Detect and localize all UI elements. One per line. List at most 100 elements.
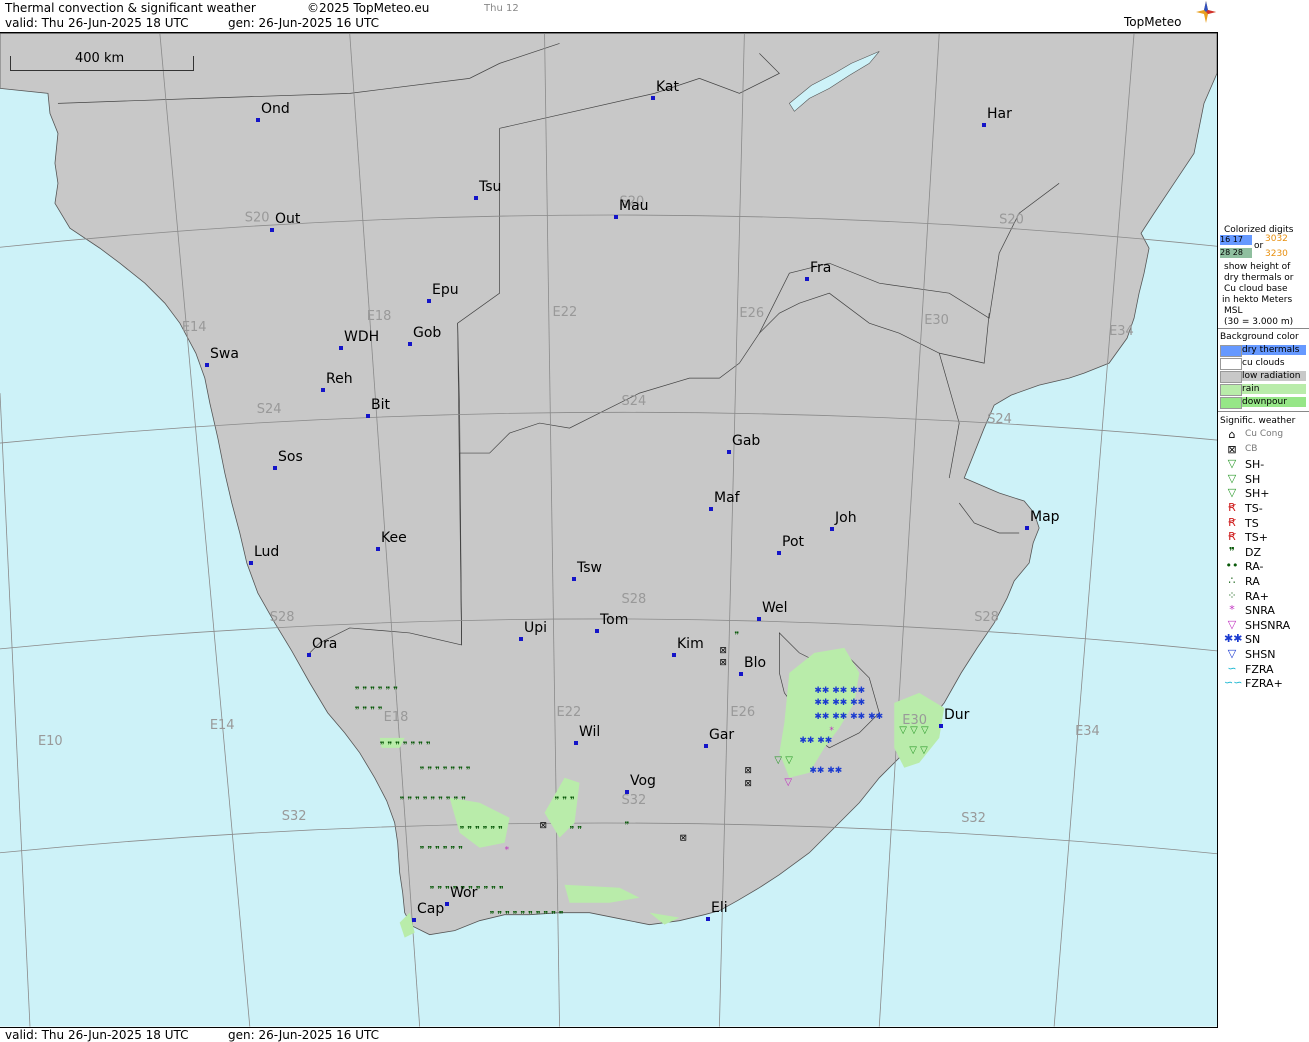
legend-weather-icon: * [1229,603,1235,617]
legend-weather-icon: ▽ [1227,647,1237,660]
city-marker-kim [672,653,676,657]
city-marker-pot [777,551,781,555]
legend-weather-icon: ✱✱ [1224,632,1243,646]
city-label-kee: Kee [381,530,407,546]
city-label-vog: Vog [630,773,656,789]
city-label-joh: Joh [835,510,857,526]
city-label-wel: Wel [762,600,788,616]
city-label-dur: Dur [944,707,970,723]
legend-desc-2: dry thermals or [1224,273,1294,283]
city-marker-har [982,123,986,127]
city-marker-cap [412,918,416,922]
city-label-tsu: Tsu [479,179,502,195]
gen-time: gen: 26-Jun-2025 16 UTC [228,16,380,30]
legend-bg-label: cu clouds [1242,358,1285,368]
city-label-har: Har [987,106,1012,122]
legend-swatch [1220,371,1242,383]
legend-weather-label: TS [1245,516,1259,530]
city-marker-tom [595,629,599,633]
city-marker-vog [625,790,629,794]
city-marker-fra [805,277,809,281]
city-label-map: Map [1030,509,1060,525]
legend-weather-icon: ▽ [1227,486,1237,500]
legend-wx-title: Signific. weather [1220,416,1296,426]
legend-bg-label: dry thermals [1242,345,1306,355]
city-marker-sos [273,466,277,470]
city-label-wor: Wor [450,885,478,901]
legend-weather-label: SNRA [1245,604,1275,618]
city-label-out: Out [275,211,301,227]
legend-weather-label: RA [1245,575,1260,588]
legend-weather-label: SHSNRA [1245,618,1291,632]
legend-weather-icon: ∽ [1227,661,1237,675]
scale-label: 400 km [75,51,125,66]
city-label-kat: Kat [656,79,680,95]
city-label-wil: Wil [579,724,601,740]
legend-swatch [1220,397,1242,409]
legend-weather-label: SH- [1245,458,1265,472]
city-label-gob: Gob [413,325,442,341]
city-marker-gar [704,744,708,748]
city-label-epu: Epu [432,282,459,298]
city-marker-map [1025,526,1029,530]
legend-weather-label: DZ [1245,545,1262,559]
legend-digits-c: 28 28 [1220,248,1252,258]
legend-weather-icon: ∴ [1228,574,1236,587]
legend-weather-label: SN [1245,633,1261,647]
legend-weather-label: FZRA [1245,662,1274,676]
day-tag: Thu 12 [484,3,519,14]
city-marker-out [270,228,274,232]
city-marker-tsw [572,577,576,581]
legend-desc-1: show height of [1224,262,1291,272]
city-label-kim: Kim [677,636,704,652]
footer-valid: valid: Thu 26-Jun-2025 18 UTC [5,1028,189,1042]
legend-desc-3: Cu cloud base [1224,284,1288,294]
city-marker-wdh [339,346,343,350]
city-marker-bit [366,414,370,418]
legend-weather-label: SHSN [1245,648,1276,661]
legend-bg-label: downpour [1242,397,1306,407]
legend-or: or [1254,241,1264,251]
city-label-tsw: Tsw [577,560,602,576]
legend-weather-icon: Ꞧ [1228,501,1236,514]
legend-desc-4: in hekto Meters [1222,295,1293,305]
legend-swatch [1220,345,1242,357]
legend-weather-icon: ▽ [1227,457,1237,471]
footer-bar: valid: Thu 26-Jun-2025 18 UTC gen: 26-Ju… [0,1027,1218,1042]
legend-swatch [1220,384,1242,396]
city-marker-tsu [474,196,478,200]
legend-weather-label: CB [1245,443,1258,454]
city-label-gab: Gab [732,433,761,449]
footer-gen: gen: 26-Jun-2025 16 UTC [228,1028,380,1042]
city-label-ora: Ora [312,636,338,652]
compass-logo-icon [1196,1,1216,23]
city-label-bit: Bit [371,397,390,413]
city-layer: Ond Kat Har Tsu Mau Out Fra Epu WDH Gob Swa Reh Bit G… [0,33,1218,1027]
legend-bg-label: low radiation [1242,371,1306,381]
city-label-lud: Lud [254,544,280,560]
city-label-swa: Swa [210,346,239,362]
legend-digits-a: 16 17 [1220,235,1252,245]
legend-weather-label: SH [1245,472,1261,486]
legend-weather-icon: ⁘ [1227,588,1237,602]
city-label-eli: Eli [711,900,728,916]
legend-weather-icon: ▽ [1227,617,1237,631]
chart-title: Thermal convection & significant weather [5,1,256,15]
city-marker-upi [519,637,523,641]
city-label-maf: Maf [714,490,740,506]
city-label-blo: Blo [744,655,767,671]
city-label-fra: Fra [810,260,832,276]
legend-weather-label: TS+ [1245,531,1268,545]
city-label-tom: Tom [600,612,629,628]
city-label-reh: Reh [326,371,353,387]
legend-swatch [1220,358,1242,370]
city-label-cap: Cap [417,901,445,917]
city-marker-swa [205,363,209,367]
legend-digits-b: 3032 [1265,234,1288,244]
city-marker-ond [256,118,260,122]
legend-weather-icon: Ꞧ [1228,515,1236,529]
city-marker-reh [321,388,325,392]
city-marker-dur [939,724,943,728]
city-marker-mau [614,215,618,219]
city-label-mau: Mau [619,198,649,214]
